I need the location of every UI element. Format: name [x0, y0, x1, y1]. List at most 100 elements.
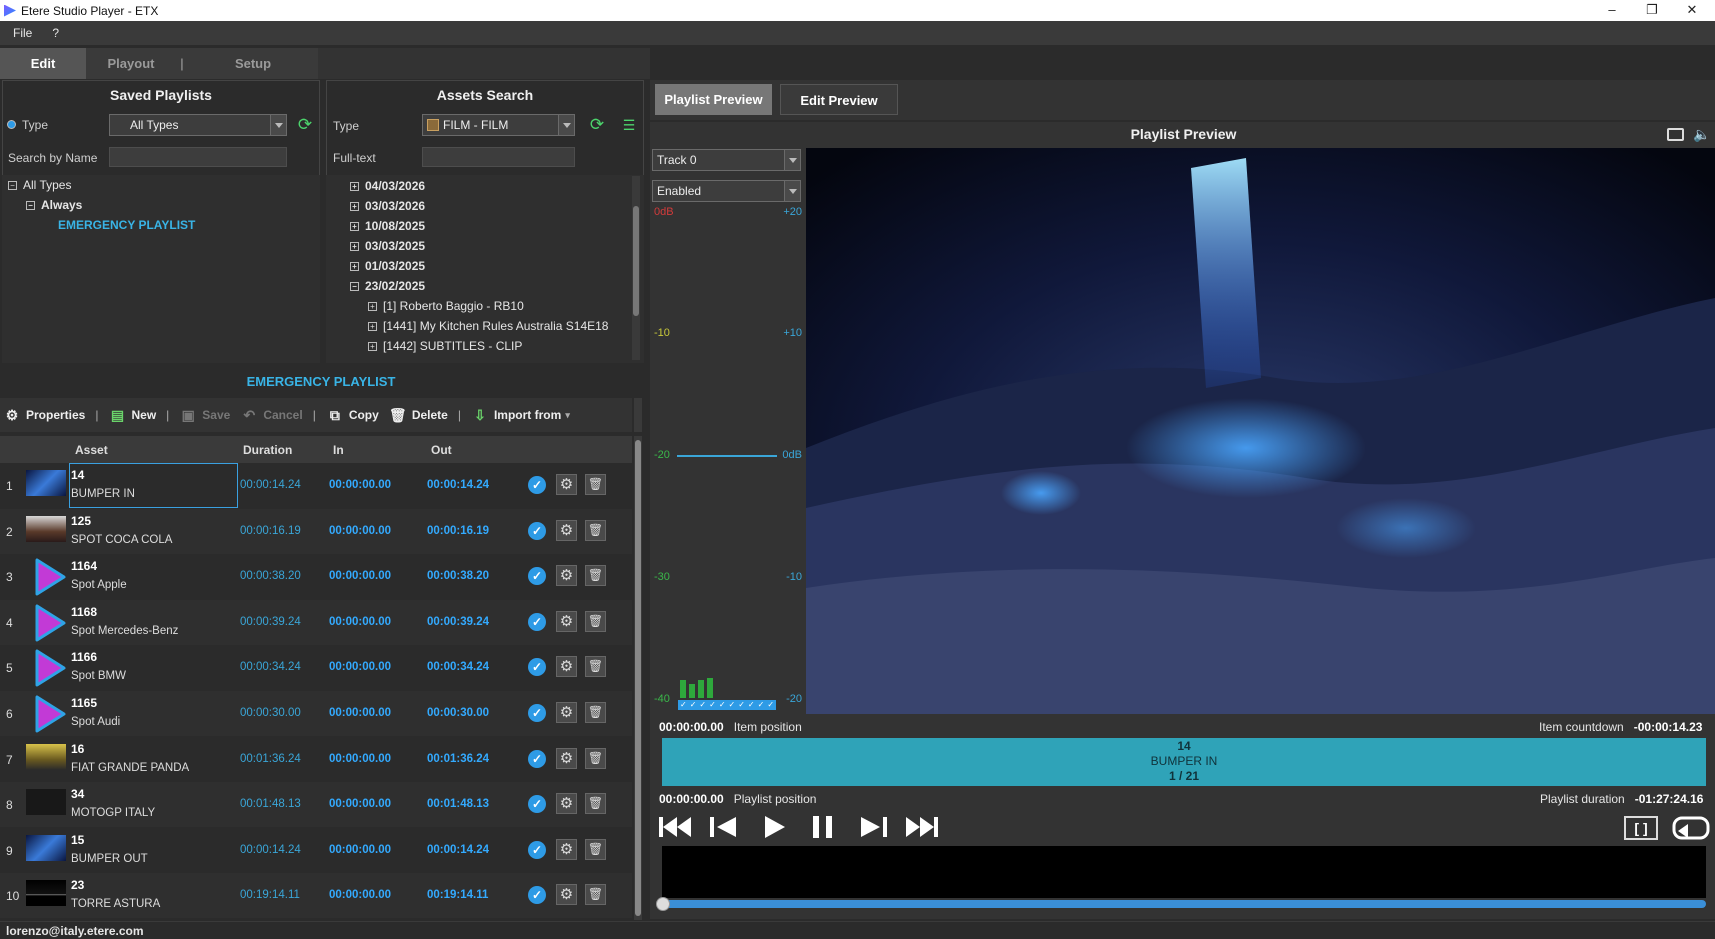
new-button[interactable]: ▤ New — [108, 406, 156, 424]
assets-scrollbar[interactable] — [632, 176, 640, 360]
table-row[interactable]: 2 125 SPOT COCA COLA 00:00:16.19 00:00:00.00… — [0, 508, 632, 554]
tab-edit-preview[interactable]: Edit Preview — [780, 84, 898, 115]
date-node[interactable]: −23/02/2025 — [350, 276, 425, 296]
track-select[interactable]: Track 0 — [652, 149, 801, 171]
properties-button[interactable]: ⚙ Properties — [3, 406, 86, 424]
refresh-icon[interactable]: ⟳ — [295, 115, 315, 135]
enabled-check-icon[interactable]: ✓ — [528, 795, 546, 814]
trash-icon[interactable]: 🗑 — [585, 565, 606, 587]
minimize-button[interactable]: – — [1592, 0, 1632, 21]
enabled-check-icon[interactable]: ✓ — [528, 567, 546, 586]
asset-node[interactable]: + [1441] My Kitchen Rules Australia S14E1… — [368, 316, 608, 336]
step-back-icon[interactable] — [706, 812, 744, 842]
enabled-check-icon[interactable]: ✓ — [528, 840, 546, 859]
enabled-check-icon[interactable]: ✓ — [528, 658, 546, 677]
gear-icon[interactable]: ⚙ — [556, 474, 577, 495]
gear-icon[interactable]: ⚙ — [556, 702, 577, 723]
asset-node[interactable]: + [1442] SUBTITLES - CLIP — [368, 336, 522, 356]
date-node[interactable]: +04/03/2026 — [350, 176, 425, 196]
speaker-icon[interactable]: 🔈 — [1693, 126, 1710, 143]
scrollbar-thumb[interactable] — [635, 440, 641, 916]
col-duration[interactable]: Duration — [243, 443, 292, 457]
table-row[interactable]: 10 23 TORRE ASTURA 00:19:14.11 00:00:00.00 00… — [0, 873, 632, 919]
playlist-scrollbar[interactable] — [634, 436, 642, 920]
trash-icon[interactable]: 🗑 — [585, 474, 606, 495]
date-node[interactable]: +03/03/2025 — [350, 236, 425, 256]
save-button[interactable]: ▣ Save — [179, 406, 231, 424]
menu-help[interactable]: ? — [39, 26, 66, 40]
gain-line[interactable] — [677, 455, 777, 457]
trash-icon[interactable]: 🗑 — [585, 610, 606, 632]
type-radio[interactable] — [7, 120, 16, 129]
trash-icon[interactable]: 🗑 — [585, 884, 606, 906]
tab-setup[interactable]: Setup — [188, 48, 318, 79]
table-row[interactable]: 9 15 BUMPER OUT 00:00:14.24 00:00:00.00 00:00… — [0, 828, 632, 873]
table-row[interactable]: 3 1164 Spot Apple 00:00:38.20 00:00:00.00 00:… — [0, 554, 632, 599]
mark-in-out-icon[interactable]: [ ] — [1624, 816, 1658, 840]
delete-button[interactable]: 🗑 Delete — [389, 406, 448, 424]
timeline[interactable] — [662, 846, 1706, 898]
table-row[interactable]: 6 1165 Spot Audi 00:00:30.00 00:00:00.00 00:0… — [0, 691, 632, 736]
step-forward-icon[interactable] — [853, 812, 891, 842]
date-node[interactable]: +03/03/2026 — [350, 196, 425, 216]
scrollbar-thumb[interactable] — [633, 206, 639, 316]
gear-icon[interactable]: ⚙ — [556, 884, 577, 906]
tab-playlist-preview[interactable]: Playlist Preview — [655, 84, 772, 115]
filter-icon[interactable]: ☰ — [619, 115, 639, 135]
refresh-icon[interactable]: ⟳ — [587, 115, 607, 135]
gear-icon[interactable]: ⚙ — [556, 565, 577, 587]
toolbar-scrollbar[interactable] — [634, 398, 642, 432]
close-button[interactable]: ✕ — [1672, 0, 1712, 21]
position-slider[interactable] — [662, 900, 1706, 908]
trash-icon[interactable]: 🗑 — [585, 793, 606, 815]
table-row[interactable]: 1 14 BUMPER IN 00:00:14.24 00:00:00.00 00:00:… — [0, 463, 632, 508]
copy-button[interactable]: ⧉ Copy — [326, 406, 379, 424]
cancel-button[interactable]: ↶ Cancel — [240, 406, 302, 424]
enabled-check-icon[interactable]: ✓ — [528, 749, 546, 768]
tab-edit[interactable]: Edit — [0, 48, 86, 79]
tree-item-emergency-playlist[interactable]: EMERGENCY PLAYLIST — [58, 215, 195, 235]
trash-icon[interactable]: 🗑 — [585, 838, 606, 860]
enabled-check-icon[interactable]: ✓ — [528, 521, 546, 540]
table-row[interactable]: 4 1168 Spot Mercedes-Benz 00:00:39.24 00:00:… — [0, 599, 632, 645]
table-row[interactable]: 5 1166 Spot BMW 00:00:34.24 00:00:00.00 00:00… — [0, 645, 632, 690]
col-out[interactable]: Out — [431, 443, 452, 457]
table-row[interactable]: 8 34 MOTOGP ITALY 00:01:48.13 00:00:00.00 00:… — [0, 782, 632, 828]
trash-icon[interactable]: 🗑 — [585, 519, 606, 541]
maximize-button[interactable]: ❐ — [1632, 0, 1672, 21]
play-icon[interactable] — [755, 812, 793, 842]
channel-checks[interactable]: ✓✓✓✓✓✓✓✓✓✓ — [678, 700, 776, 710]
menu-file[interactable]: File — [0, 26, 39, 40]
enabled-check-icon[interactable]: ✓ — [528, 476, 546, 494]
trash-icon[interactable]: 🗑 — [585, 656, 606, 678]
gear-icon[interactable]: ⚙ — [556, 793, 577, 815]
monitor-icon[interactable] — [1667, 128, 1684, 141]
assets-type-select[interactable]: FILM - FILM — [422, 114, 575, 136]
fulltext-input[interactable] — [422, 147, 575, 167]
current-item-bar[interactable]: 14 BUMPER IN 1 / 21 — [662, 738, 1706, 786]
pause-icon[interactable] — [804, 812, 842, 842]
col-asset[interactable]: Asset — [75, 443, 108, 457]
skip-to-start-icon[interactable] — [657, 812, 695, 842]
gear-icon[interactable]: ⚙ — [556, 519, 577, 541]
gear-icon[interactable]: ⚙ — [556, 656, 577, 678]
enabled-check-icon[interactable]: ✓ — [528, 612, 546, 631]
gear-icon[interactable]: ⚙ — [556, 747, 577, 769]
trash-icon[interactable]: 🗑 — [585, 747, 606, 769]
enabled-select[interactable]: Enabled — [652, 180, 801, 202]
gear-icon[interactable]: ⚙ — [556, 610, 577, 632]
tab-playout[interactable]: Playout — [86, 48, 176, 79]
tree-root[interactable]: − All Types — [8, 175, 71, 195]
date-node[interactable]: +10/08/2025 — [350, 216, 425, 236]
enabled-check-icon[interactable]: ✓ — [528, 886, 546, 905]
tree-group[interactable]: − Always — [26, 195, 82, 215]
asset-node[interactable]: + [1] Roberto Baggio - RB10 — [368, 296, 524, 316]
col-in[interactable]: In — [333, 443, 344, 457]
gear-icon[interactable]: ⚙ — [556, 838, 577, 860]
search-by-name-input[interactable] — [109, 147, 287, 167]
enabled-check-icon[interactable]: ✓ — [528, 704, 546, 722]
import-button[interactable]: ⇩ Import from ▾ — [471, 406, 570, 424]
slider-handle[interactable] — [656, 897, 670, 911]
saved-type-select[interactable]: All Types — [109, 114, 287, 136]
date-node[interactable]: +01/03/2025 — [350, 256, 425, 276]
